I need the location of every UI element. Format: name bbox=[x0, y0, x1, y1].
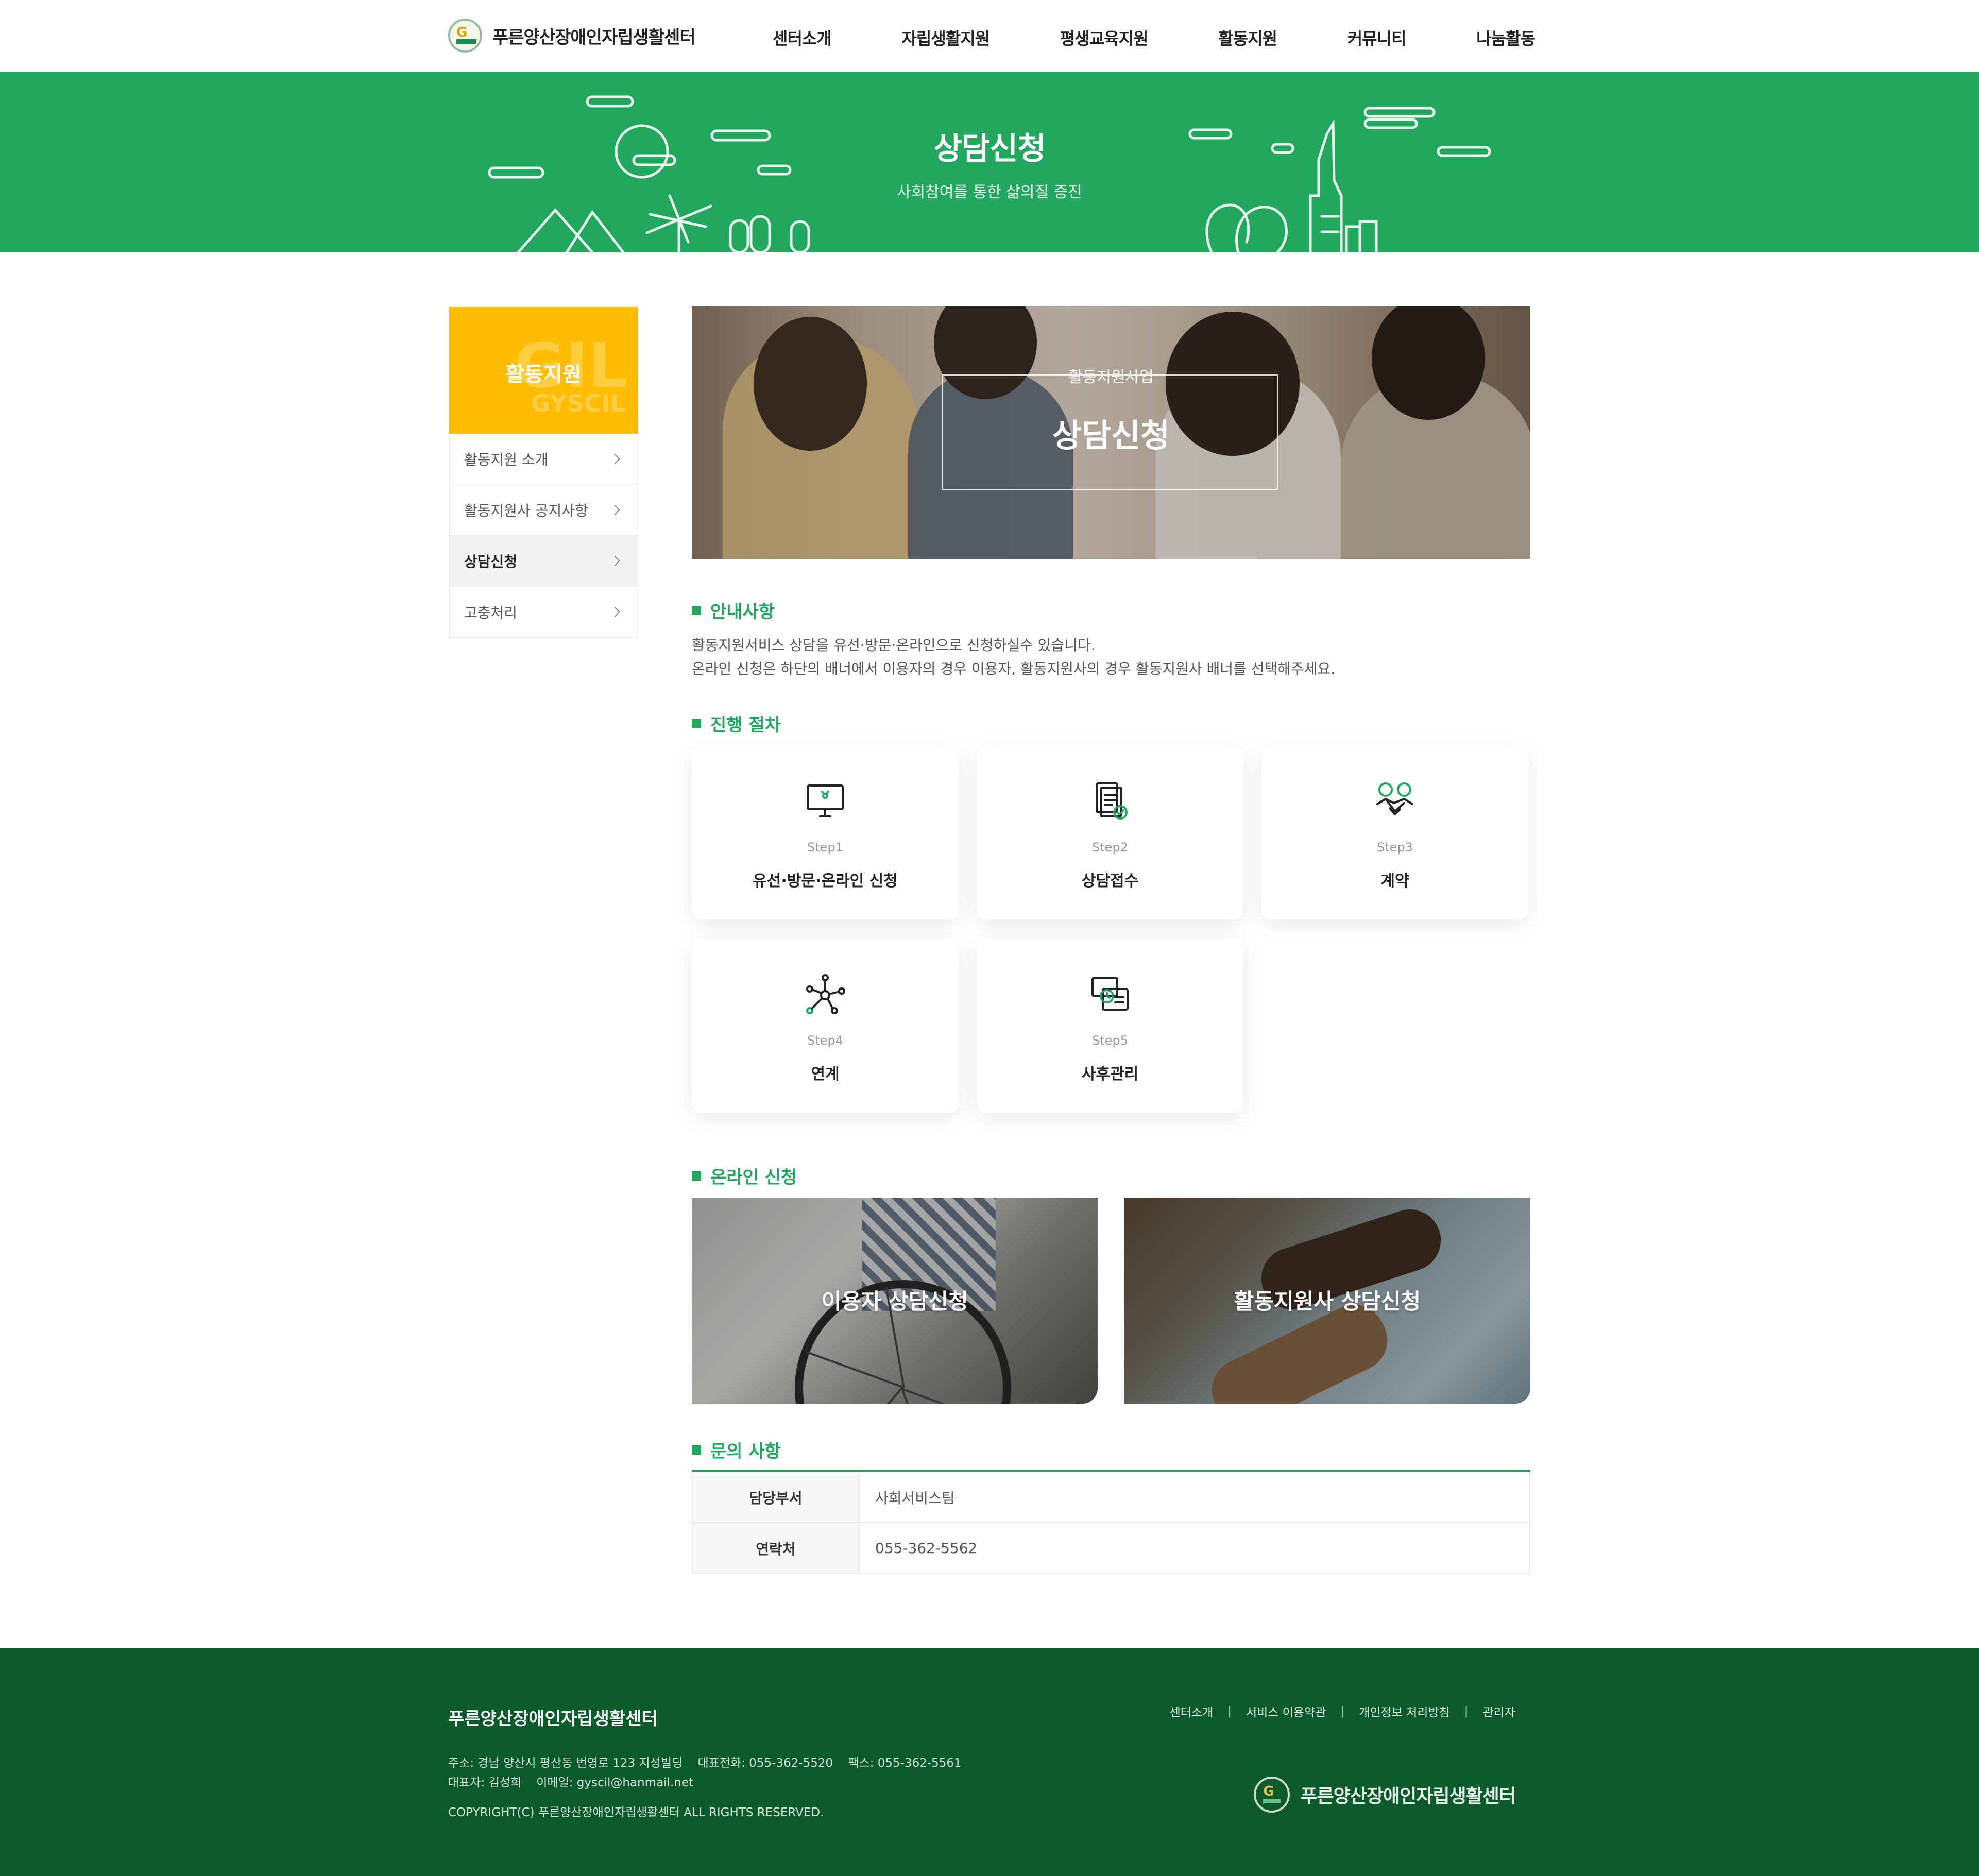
step-card-3: Step3 계약 bbox=[1261, 745, 1528, 919]
handshake-icon bbox=[1376, 782, 1413, 815]
worker-consultation-banner[interactable]: 활동지원사 상담신청 bbox=[1124, 1198, 1530, 1404]
sidebar-item-consultation[interactable]: 상담신청 bbox=[450, 536, 637, 587]
step-number: Step5 bbox=[1092, 1033, 1128, 1048]
footer-info: 주소: 경남 양산시 평산동 번영로 123 지성빌딩 대표전화: 055-36… bbox=[448, 1756, 962, 1789]
banner-subtitle: 활동지원사업 bbox=[1068, 368, 1154, 386]
table-cell: 055-362-5562 bbox=[860, 1523, 1530, 1573]
worker-consultation-label: 활동지원사 상담신청 bbox=[1234, 1289, 1421, 1314]
step-number: Step1 bbox=[807, 840, 843, 855]
footer-copyright: COPYRIGHT(C) 푸른양산장애인자립생활센터 ALL RIGHTS RE… bbox=[448, 1806, 824, 1819]
sidebar-item-notices[interactable]: 활동지원사 공지사항 bbox=[450, 485, 637, 536]
hero-subtitle: 사회참여를 통한 삶의질 증진 bbox=[897, 183, 1082, 201]
document-check-icon bbox=[1096, 782, 1128, 820]
section-title-online: 온라인 신청 bbox=[692, 1163, 797, 1188]
clock-screen-icon bbox=[1091, 977, 1129, 1011]
step-number: Step3 bbox=[1377, 840, 1413, 855]
chevron-right-icon bbox=[610, 453, 620, 464]
sidebar-item-grievance[interactable]: 고충처리 bbox=[450, 587, 637, 638]
footer-link-center[interactable]: 센터소개 bbox=[1170, 1702, 1214, 1720]
section-title-guide: 안내사항 bbox=[692, 598, 775, 623]
page-hero: 상담신청 사회참여를 통한 삶의질 증진 bbox=[0, 72, 1979, 252]
step-card-2: Step2 상담접수 bbox=[977, 745, 1243, 919]
step-card-4: Step4 연계 bbox=[692, 939, 959, 1113]
chevron-right-icon bbox=[610, 606, 620, 617]
site-footer: 푸른양산장애인자립생활센터 주소: 경남 양산시 평산동 번영로 123 지성빌… bbox=[0, 1648, 1979, 1876]
sidebar-watermark-sub: GYSCIL bbox=[531, 389, 625, 417]
step-number: Step4 bbox=[807, 1033, 843, 1048]
nav-item-center[interactable]: 센터소개 bbox=[773, 26, 832, 49]
content-banner: 활동지원사업 상담신청 bbox=[692, 306, 1530, 559]
bullet-square-icon bbox=[692, 1445, 701, 1455]
nav-item-sharing[interactable]: 나눔활동 bbox=[1476, 26, 1536, 49]
logo-icon: G bbox=[1254, 1777, 1290, 1813]
step-card-5: Step5 사후관리 bbox=[977, 939, 1243, 1113]
table-header-cell: 연락처 bbox=[692, 1523, 860, 1573]
sidebar-item-label: 고충처리 bbox=[464, 604, 518, 621]
footer-links: 센터소개 | 서비스 이용약관 | 개인정보 처리방침 | 관리자 bbox=[1170, 1702, 1515, 1720]
chevron-right-icon bbox=[610, 555, 620, 566]
footer-link-admin[interactable]: 관리자 bbox=[1483, 1702, 1515, 1720]
table-row: 연락처 055-362-5562 bbox=[692, 1523, 1530, 1574]
nav-item-independent-living[interactable]: 자립생활지원 bbox=[901, 26, 990, 49]
site-logo[interactable]: G 푸른양산장애인자립생활센터 bbox=[448, 19, 696, 53]
bullet-square-icon bbox=[692, 719, 701, 728]
sidebar-item-label: 활동지원사 공지사항 bbox=[464, 502, 588, 519]
table-row: 담당부서 사회서비스팀 bbox=[692, 1472, 1530, 1523]
sidebar-title: 활동지원 bbox=[505, 363, 582, 386]
section-title-contact: 문의 사항 bbox=[692, 1437, 781, 1462]
computer-icon bbox=[807, 784, 844, 817]
bullet-square-icon bbox=[692, 1171, 701, 1181]
step-name: 계약 bbox=[1380, 872, 1409, 890]
banner-title: 상담신청 bbox=[1052, 417, 1170, 454]
user-consultation-banner[interactable]: 이용자 상담신청 bbox=[692, 1198, 1098, 1404]
footer-logo: G 푸른양산장애인자립생활센터 bbox=[1254, 1777, 1516, 1813]
logo-icon: G bbox=[448, 19, 482, 53]
sidebar-item-label: 활동지원 소개 bbox=[464, 451, 549, 468]
nav-item-community[interactable]: 커뮤니티 bbox=[1347, 26, 1407, 49]
step-name: 유선·방문·온라인 신청 bbox=[753, 872, 898, 890]
sidebar-menu: 활동지원 소개 활동지원사 공지사항 상담신청 고충처리 bbox=[449, 434, 638, 638]
step-name: 사후관리 bbox=[1081, 1065, 1139, 1083]
bullet-square-icon bbox=[692, 605, 701, 615]
sidebar-item-label: 상담신청 bbox=[464, 553, 518, 570]
contact-table: 담당부서 사회서비스팀 연락처 055-362-5562 bbox=[692, 1470, 1530, 1574]
sidebar-header: GIL GYSCIL 활동지원 bbox=[449, 307, 638, 434]
main-nav: 센터소개 자립생활지원 평생교육지원 활동지원 커뮤니티 나눔활동 bbox=[773, 26, 1536, 49]
footer-org-name: 푸른양산장애인자립생활센터 bbox=[448, 1709, 658, 1729]
network-icon bbox=[806, 974, 845, 1014]
site-header: G 푸른양산장애인자립생활센터 센터소개 자립생활지원 평생교육지원 활동지원 … bbox=[0, 0, 1979, 72]
step-number: Step2 bbox=[1092, 840, 1128, 855]
table-cell: 사회서비스팀 bbox=[860, 1472, 1530, 1522]
footer-link-terms[interactable]: 서비스 이용약관 bbox=[1246, 1702, 1326, 1720]
step-card-1: Step1 유선·방문·온라인 신청 bbox=[692, 745, 959, 919]
nav-item-activity-support[interactable]: 활동지원 bbox=[1218, 26, 1277, 49]
hero-title: 상담신청 bbox=[933, 131, 1046, 167]
logo-text: 푸른양산장애인자립생활센터 bbox=[492, 27, 696, 48]
step-name: 연계 bbox=[811, 1065, 840, 1083]
guide-text: 활동지원서비스 상담을 유선·방문·온라인으로 신청하실수 있습니다. 온라인 … bbox=[692, 637, 1336, 677]
chevron-right-icon bbox=[610, 504, 620, 515]
section-title-process: 진행 절차 bbox=[692, 711, 781, 736]
footer-link-privacy[interactable]: 개인정보 처리방침 bbox=[1359, 1702, 1450, 1720]
nav-item-lifelong-education[interactable]: 평생교육지원 bbox=[1060, 26, 1149, 49]
step-name: 상담접수 bbox=[1081, 872, 1139, 890]
table-header-cell: 담당부서 bbox=[692, 1472, 860, 1522]
user-consultation-label: 이용자 상담신청 bbox=[821, 1289, 968, 1314]
sidebar-item-activity-intro[interactable]: 활동지원 소개 bbox=[450, 434, 637, 485]
